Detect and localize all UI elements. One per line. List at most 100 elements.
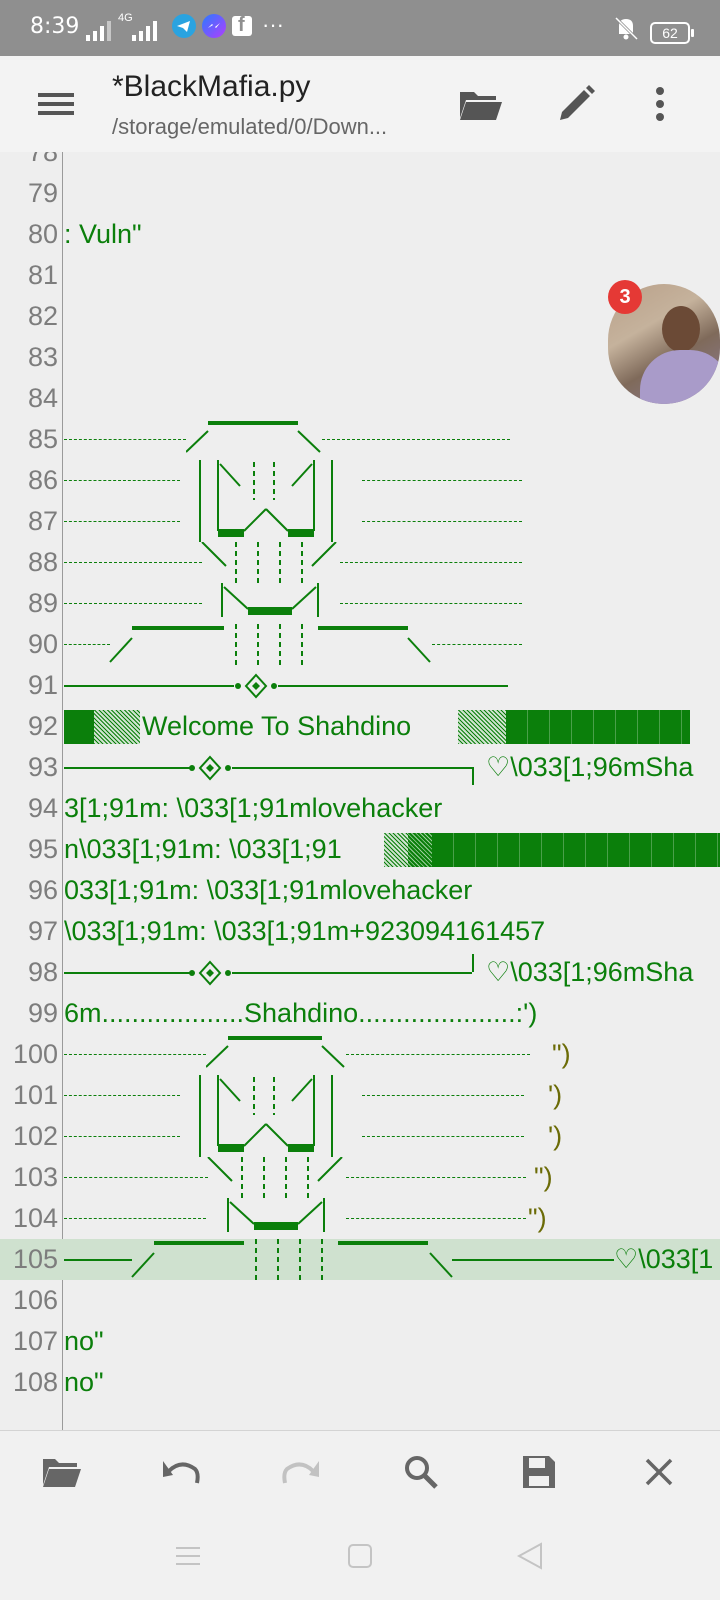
line-text: ")	[534, 1162, 553, 1192]
notification-badge: 3	[608, 280, 642, 314]
ascii-art	[340, 562, 522, 563]
menu-button[interactable]	[26, 56, 86, 152]
ascii-art	[199, 501, 333, 542]
open-folder-button[interactable]	[26, 1431, 96, 1513]
line-text: ♡\033[1;96mSha	[486, 752, 694, 782]
code-line[interactable]: 108 no"	[0, 1362, 720, 1403]
code-line[interactable]: 97 \033[1;91m: \033[1;91m+923094161457	[0, 911, 720, 952]
line-number: 89	[27, 588, 58, 618]
ascii-art	[235, 673, 277, 699]
line-text: \033[1;91m: \033[1;91m+923094161457	[64, 916, 546, 946]
close-button[interactable]	[624, 1431, 694, 1513]
search-button[interactable]	[386, 1431, 456, 1513]
ascii-art	[452, 1259, 614, 1261]
code-line[interactable]: 88	[0, 542, 720, 583]
line-number: 101	[12, 1080, 58, 1110]
editor-bottom-toolbar	[0, 1430, 720, 1513]
code-line[interactable]: 107 no"	[0, 1321, 720, 1362]
redo-button[interactable]	[266, 1431, 336, 1513]
line-text: ')	[548, 1080, 563, 1110]
line-text: 3[1;91m: \033[1;91mlovehacker	[64, 793, 443, 823]
line-number: 93	[27, 752, 58, 782]
code-line[interactable]: 102 ')	[0, 1116, 720, 1157]
code-line[interactable]: 78	[0, 152, 720, 173]
line-number: 94	[27, 793, 58, 823]
line-text: ")	[528, 1203, 547, 1233]
status-bar: 8:39 4G f ··· 62	[0, 0, 720, 56]
file-title: *BlackMafia.py	[112, 70, 311, 103]
ascii-art	[199, 460, 333, 501]
line-number: 92	[27, 711, 58, 741]
code-line[interactable]: 93 ♡\033[1;96mSha	[0, 747, 720, 788]
code-line[interactable]: 96 033[1;91m: \033[1;91mlovehacker	[0, 870, 720, 911]
ascii-shade	[458, 710, 506, 744]
overflow-menu-button[interactable]	[630, 56, 690, 152]
code-line[interactable]: 80: Vuln"	[0, 214, 720, 255]
line-text	[64, 1280, 720, 1321]
welcome-text: Welcome To Shahdino	[142, 711, 412, 741]
ascii-art	[207, 1157, 343, 1198]
code-line[interactable]: 101 ')	[0, 1075, 720, 1116]
ascii-art	[346, 1054, 530, 1055]
ascii-art	[362, 1095, 524, 1096]
system-nav-bar	[0, 1512, 720, 1600]
code-line[interactable]: 100 ")	[0, 1034, 720, 1075]
line-number: 85	[27, 424, 58, 454]
code-line[interactable]: 87	[0, 501, 720, 542]
line-number: 104	[12, 1203, 58, 1233]
code-line[interactable]: 86	[0, 460, 720, 501]
line-number: 108	[12, 1367, 58, 1397]
back-triangle-icon	[517, 1542, 542, 1570]
save-button[interactable]	[504, 1431, 574, 1513]
code-line-current[interactable]: 105 ♡\033[1	[0, 1239, 720, 1280]
code-line[interactable]: 104 ")	[0, 1198, 720, 1239]
code-line[interactable]: 94 3[1;91m: \033[1;91mlovehacker	[0, 788, 720, 829]
ascii-art	[131, 1239, 453, 1280]
ascii-art	[472, 767, 474, 785]
edit-mode-button[interactable]	[546, 56, 606, 152]
code-line[interactable]: 84	[0, 378, 720, 419]
code-line[interactable]: 92 Welcome To Shahdino	[0, 706, 720, 747]
ascii-art	[64, 1054, 206, 1055]
battery-icon: 62	[650, 22, 694, 44]
ascii-art	[472, 954, 474, 972]
ascii-art	[64, 439, 186, 440]
ascii-art	[199, 1116, 333, 1157]
code-line[interactable]: 91	[0, 665, 720, 706]
open-file-button[interactable]	[450, 56, 510, 152]
ascii-art	[64, 1259, 132, 1261]
ascii-art	[362, 521, 522, 522]
code-line[interactable]: 95 n\033[1;91m: \033[1;91	[0, 829, 720, 870]
home-button[interactable]	[330, 1512, 390, 1600]
back-button[interactable]	[500, 1512, 560, 1600]
ascii-art	[64, 685, 234, 687]
code-line[interactable]: 103 ")	[0, 1157, 720, 1198]
line-text: ')	[548, 1121, 563, 1151]
code-line[interactable]: 90	[0, 624, 720, 665]
line-number: 80	[27, 219, 58, 249]
code-line[interactable]: 98 ♡\033[1;96mSha	[0, 952, 720, 993]
recents-button[interactable]	[158, 1512, 218, 1600]
status-time: 8:39	[30, 14, 80, 39]
signal-icon-2	[132, 21, 157, 41]
line-number: 78	[27, 152, 58, 167]
line-number: 90	[27, 629, 58, 659]
line-number: 100	[12, 1039, 58, 1069]
code-line[interactable]: 106	[0, 1280, 720, 1321]
code-line[interactable]: 85	[0, 419, 720, 460]
undo-button[interactable]	[146, 1431, 216, 1513]
line-text: 6m...................Shahdino...........…	[64, 998, 538, 1028]
code-line[interactable]: 99 6m...................Shahdino.........…	[0, 993, 720, 1034]
line-number: 79	[27, 178, 58, 208]
ascii-block	[64, 710, 94, 744]
line-number: 87	[27, 506, 58, 536]
line-text: ")	[552, 1039, 571, 1069]
code-line[interactable]: 89	[0, 583, 720, 624]
ascii-art	[346, 1177, 526, 1178]
line-text: ♡\033[1	[614, 1244, 714, 1274]
ascii-art	[340, 603, 522, 604]
line-number: 103	[12, 1162, 58, 1192]
line-text	[64, 152, 720, 173]
code-line[interactable]: 79	[0, 173, 720, 214]
line-text: 033[1;91m: \033[1;91mlovehacker	[64, 875, 473, 905]
